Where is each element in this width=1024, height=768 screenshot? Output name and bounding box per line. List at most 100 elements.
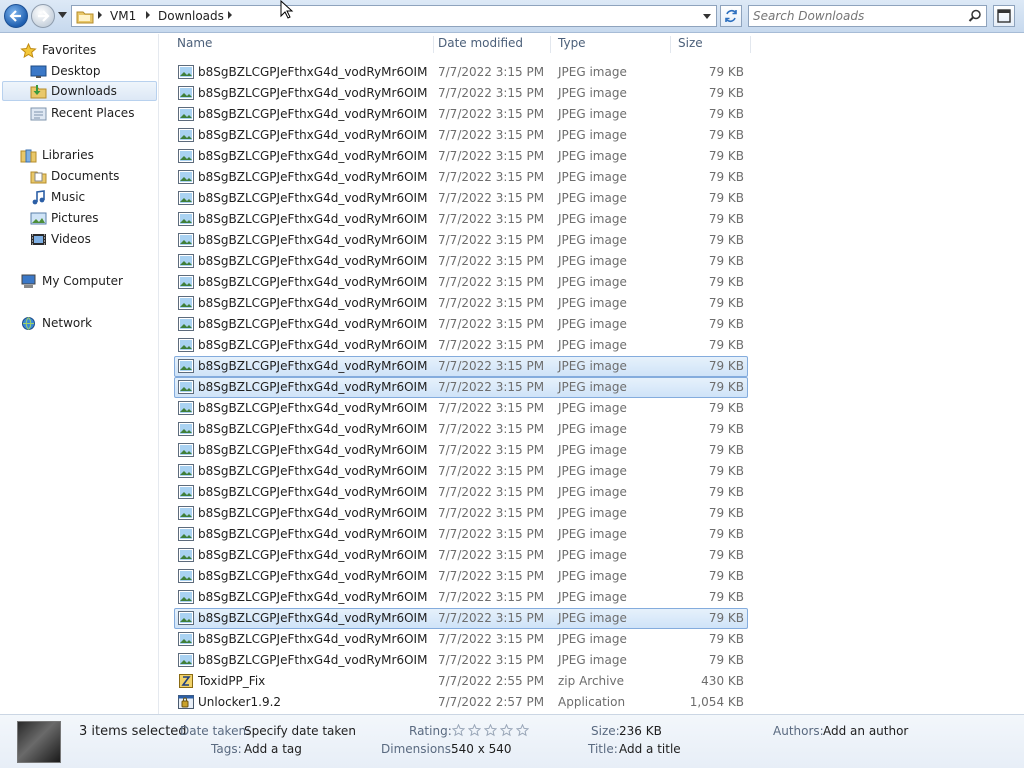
nav-desktop-label: Desktop xyxy=(51,64,101,78)
breadcrumb-separator-icon[interactable] xyxy=(146,11,150,19)
column-header-name[interactable]: Name xyxy=(173,36,434,53)
file-date-modified: 7/7/2022 3:15 PM xyxy=(438,464,545,478)
nav-downloads[interactable]: Downloads xyxy=(2,81,157,101)
maximize-icon xyxy=(997,9,1011,23)
file-date-modified: 7/7/2022 3:15 PM xyxy=(438,170,545,184)
authors-field[interactable]: Add an author xyxy=(823,724,908,738)
file-name: b8SgBZLCGPJeFthxG4d_vodRyMr6OIMLe... xyxy=(198,170,428,184)
rating-star-icon[interactable] xyxy=(452,724,465,737)
file-row[interactable]: b8SgBZLCGPJeFthxG4d_vodRyMr6OIMLe... 7/7/… xyxy=(174,104,748,125)
date-taken-field[interactable]: Specify date taken xyxy=(244,724,356,738)
file-date-modified: 7/7/2022 3:15 PM xyxy=(438,653,545,667)
file-row[interactable]: b8SgBZLCGPJeFthxG4d_vodRyMr6OIMLe... 7/7/… xyxy=(174,650,748,671)
recent-pages-dropdown-icon[interactable] xyxy=(58,12,67,18)
search-input[interactable] xyxy=(753,8,958,24)
image-icon xyxy=(178,107,194,121)
image-icon xyxy=(178,422,194,436)
column-header-size[interactable]: Size xyxy=(674,36,751,53)
title-field[interactable]: Add a title xyxy=(619,742,681,756)
rating-star-icon[interactable] xyxy=(516,724,529,737)
address-dropdown-icon[interactable] xyxy=(703,14,711,19)
file-type: JPEG image xyxy=(558,527,627,541)
file-row[interactable]: b8SgBZLCGPJeFthxG4d_vodRyMr6OIMLe... 7/7/… xyxy=(174,419,748,440)
file-row[interactable]: b8SgBZLCGPJeFthxG4d_vodRyMr6OIMLe... 7/7/… xyxy=(174,62,748,83)
file-size: 79 KB xyxy=(708,464,744,478)
file-row[interactable]: b8SgBZLCGPJeFthxG4d_vodRyMr6OIMLe... 7/7/… xyxy=(174,503,748,524)
file-row[interactable]: b8SgBZLCGPJeFthxG4d_vodRyMr6OIMLe... 7/7/… xyxy=(174,209,748,230)
file-size: 79 KB xyxy=(708,359,744,373)
nav-music-label: Music xyxy=(51,190,86,204)
refresh-button[interactable] xyxy=(720,5,742,27)
file-row[interactable]: b8SgBZLCGPJeFthxG4d_vodRyMr6OIMLe... 7/7/… xyxy=(174,335,748,356)
file-row[interactable]: b8SgBZLCGPJeFthxG4d_vodRyMr6OIMLe... 7/7/… xyxy=(174,587,748,608)
file-name: b8SgBZLCGPJeFthxG4d_vodRyMr6OIMLe... xyxy=(198,611,428,625)
file-type: JPEG image xyxy=(558,149,627,163)
breadcrumb-vm1[interactable]: VM1 xyxy=(110,9,136,23)
rating-star-icon[interactable] xyxy=(468,724,481,737)
file-size: 79 KB xyxy=(708,170,744,184)
rating-stars[interactable] xyxy=(452,724,529,737)
file-type: Application xyxy=(558,695,626,709)
breadcrumb-separator-icon[interactable] xyxy=(98,11,102,19)
nav-videos[interactable]: Videos xyxy=(30,229,91,249)
file-size: 79 KB xyxy=(708,65,744,79)
nav-pictures[interactable]: Pictures xyxy=(30,208,99,228)
nav-music[interactable]: Music xyxy=(30,187,85,207)
file-type: JPEG image xyxy=(558,86,627,100)
nav-libraries[interactable]: Libraries xyxy=(20,145,94,165)
file-name: b8SgBZLCGPJeFthxG4d_vodRyMr6OIMLe... xyxy=(198,527,428,541)
file-row[interactable]: ToxidPP_Fix 7/7/2022 2:55 PM zip Archive 43… xyxy=(174,671,748,692)
breadcrumb-separator-icon[interactable] xyxy=(228,11,232,19)
file-row[interactable]: b8SgBZLCGPJeFthxG4d_vodRyMr6OIMLe... 7/7/… xyxy=(174,146,748,167)
search-box[interactable] xyxy=(748,5,987,27)
column-header-type[interactable]: Type xyxy=(554,36,671,53)
file-name: b8SgBZLCGPJeFthxG4d_vodRyMr6OIMLe... xyxy=(198,107,428,121)
file-row[interactable]: b8SgBZLCGPJeFthxG4d_vodRyMr6OIMLe... 7/7/… xyxy=(174,482,748,503)
breadcrumb-downloads[interactable]: Downloads xyxy=(158,9,224,23)
file-row[interactable]: b8SgBZLCGPJeFthxG4d_vodRyMr6OIMLe... 7/7/… xyxy=(174,377,748,398)
back-button[interactable] xyxy=(4,4,28,28)
rating-star-icon[interactable] xyxy=(484,724,497,737)
nav-favorites-label: Favorites xyxy=(42,43,97,57)
file-row[interactable]: b8SgBZLCGPJeFthxG4d_vodRyMr6OIMLe... 7/7/… xyxy=(174,524,748,545)
file-row[interactable]: b8SgBZLCGPJeFthxG4d_vodRyMr6OIMLe... 7/7/… xyxy=(174,272,748,293)
file-row[interactable]: b8SgBZLCGPJeFthxG4d_vodRyMr6OIMLe... 7/7/… xyxy=(174,230,748,251)
file-row[interactable]: b8SgBZLCGPJeFthxG4d_vodRyMr6OIMLe... 7/7/… xyxy=(174,167,748,188)
nav-desktop[interactable]: Desktop xyxy=(30,61,101,81)
file-date-modified: 7/7/2022 3:15 PM xyxy=(438,338,545,352)
forward-button[interactable] xyxy=(31,4,55,28)
file-size: 79 KB xyxy=(708,86,744,100)
file-name: b8SgBZLCGPJeFthxG4d_vodRyMr6OIMLe... xyxy=(198,422,428,436)
file-row[interactable]: b8SgBZLCGPJeFthxG4d_vodRyMr6OIMLe... 7/7/… xyxy=(174,188,748,209)
nav-recent-places[interactable]: Recent Places xyxy=(30,103,134,123)
file-type: JPEG image xyxy=(558,275,627,289)
nav-my-computer[interactable]: My Computer xyxy=(20,271,123,291)
file-type: JPEG image xyxy=(558,548,627,562)
file-row[interactable]: b8SgBZLCGPJeFthxG4d_vodRyMr6OIMLe... 7/7/… xyxy=(174,440,748,461)
maximize-button[interactable] xyxy=(993,5,1015,27)
column-header-date-modified[interactable]: Date modified xyxy=(434,36,551,53)
file-row[interactable]: b8SgBZLCGPJeFthxG4d_vodRyMr6OIMLe... 7/7/… xyxy=(174,398,748,419)
file-row[interactable]: b8SgBZLCGPJeFthxG4d_vodRyMr6OIMLe... 7/7/… xyxy=(174,125,748,146)
file-row[interactable]: Unlocker1.9.2 7/7/2022 2:57 PM Application… xyxy=(174,692,748,713)
file-row[interactable]: b8SgBZLCGPJeFthxG4d_vodRyMr6OIMLe... 7/7/… xyxy=(174,314,748,335)
file-row[interactable]: b8SgBZLCGPJeFthxG4d_vodRyMr6OIMLe... 7/7/… xyxy=(174,83,748,104)
tags-field[interactable]: Add a tag xyxy=(244,742,302,756)
nav-documents[interactable]: Documents xyxy=(30,166,119,186)
file-row[interactable]: b8SgBZLCGPJeFthxG4d_vodRyMr6OIMLe... 7/7/… xyxy=(174,629,748,650)
address-bar[interactable]: VM1 Downloads xyxy=(71,5,717,27)
file-date-modified: 7/7/2022 3:15 PM xyxy=(438,443,545,457)
file-row[interactable]: b8SgBZLCGPJeFthxG4d_vodRyMr6OIMLe... 7/7/… xyxy=(174,608,748,629)
search-icon[interactable] xyxy=(968,9,982,23)
rating-star-icon[interactable] xyxy=(500,724,513,737)
nav-favorites[interactable]: Favorites xyxy=(20,40,96,60)
file-date-modified: 7/7/2022 3:15 PM xyxy=(438,359,545,373)
file-row[interactable]: b8SgBZLCGPJeFthxG4d_vodRyMr6OIMLe... 7/7/… xyxy=(174,293,748,314)
file-name: b8SgBZLCGPJeFthxG4d_vodRyMr6OIMLe... xyxy=(198,296,428,310)
file-row[interactable]: b8SgBZLCGPJeFthxG4d_vodRyMr6OIMLe... 7/7/… xyxy=(174,356,748,377)
nav-network[interactable]: Network xyxy=(20,313,92,333)
file-row[interactable]: b8SgBZLCGPJeFthxG4d_vodRyMr6OIMLe... 7/7/… xyxy=(174,461,748,482)
file-row[interactable]: b8SgBZLCGPJeFthxG4d_vodRyMr6OIMLe... 7/7/… xyxy=(174,251,748,272)
file-row[interactable]: b8SgBZLCGPJeFthxG4d_vodRyMr6OIMLe... 7/7/… xyxy=(174,566,748,587)
file-row[interactable]: b8SgBZLCGPJeFthxG4d_vodRyMr6OIMLe... 7/7/… xyxy=(174,545,748,566)
